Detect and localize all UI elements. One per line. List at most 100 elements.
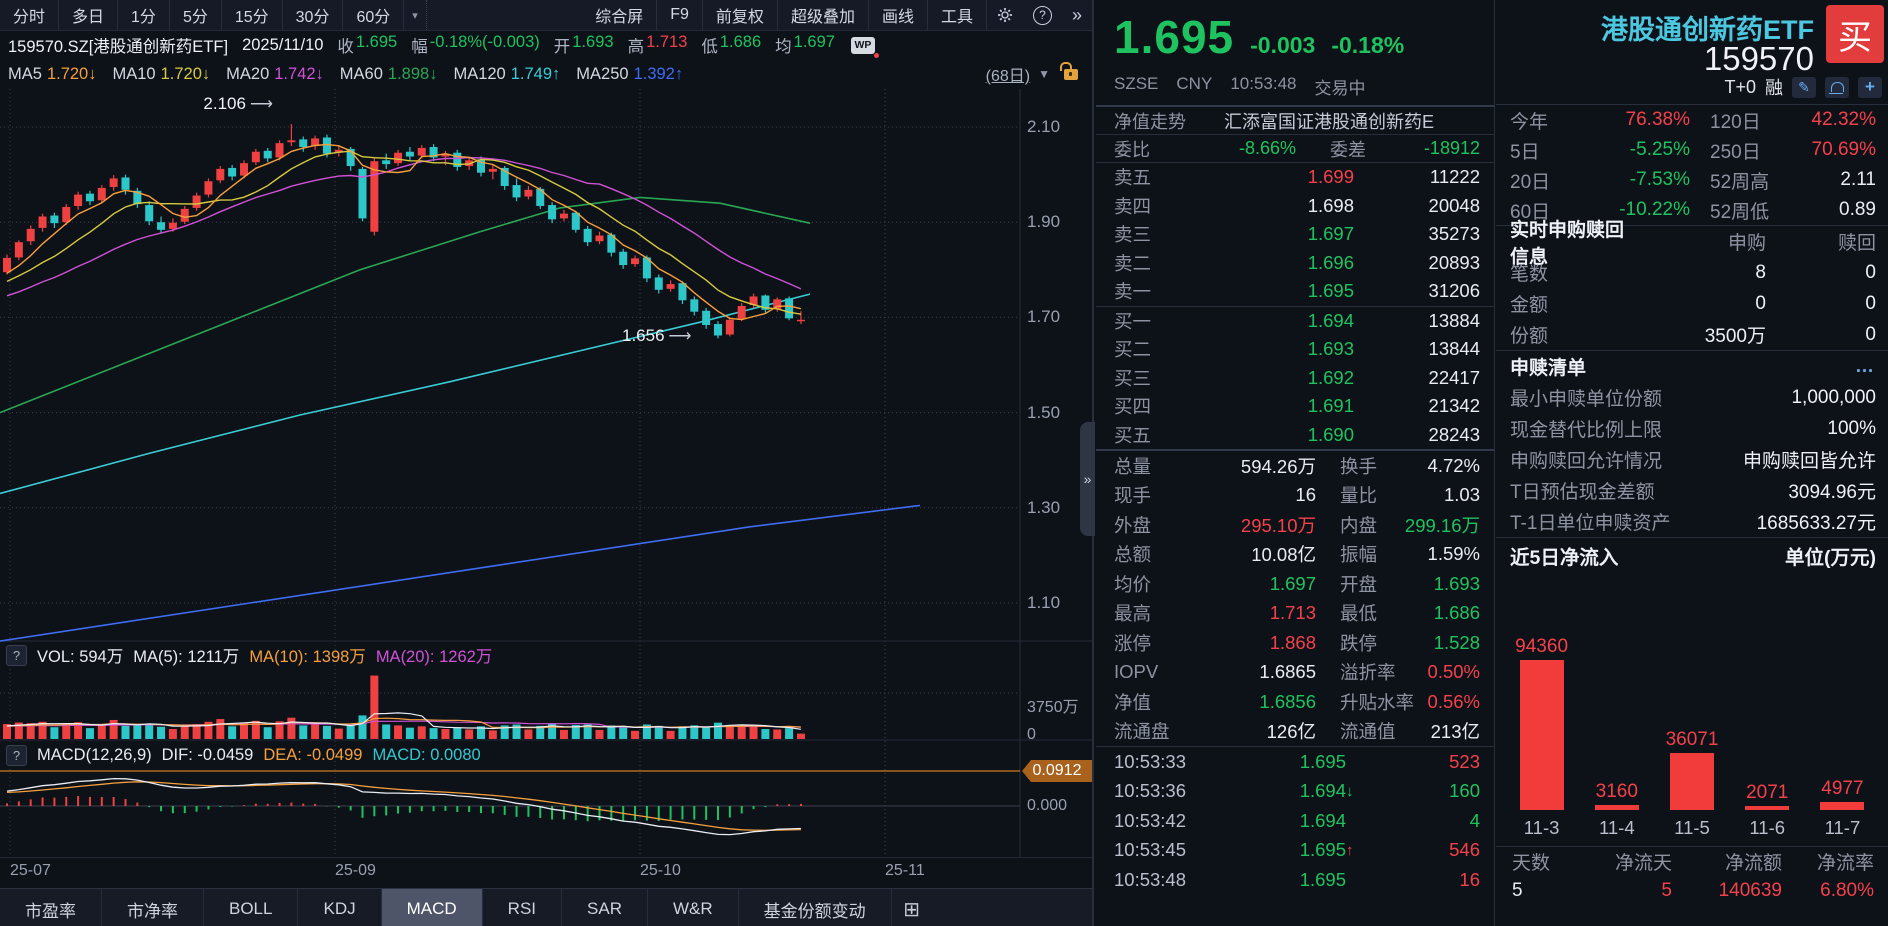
edit-pencil-icon[interactable]: ✎ <box>1792 77 1816 98</box>
nav-row[interactable]: 净值走势 汇添富国证港股通创新药E <box>1096 107 1494 134</box>
period-button-5分[interactable]: 5分 <box>170 0 222 30</box>
wp-widget-icon[interactable]: WP <box>851 37 875 54</box>
panel-collapse-handle[interactable]: » <box>1080 422 1095 536</box>
days-dropdown-icon[interactable]: ▼ <box>1038 67 1050 81</box>
list-label: 最小申赎单位份额 <box>1510 384 1791 411</box>
bid-row-买二[interactable]: 买二1.69313844 <box>1096 335 1494 364</box>
candle-body <box>524 190 532 197</box>
annotation-high: 2.106⟶ <box>203 94 272 114</box>
candle <box>584 226 592 246</box>
more-tools-icon[interactable]: » <box>1062 0 1092 30</box>
stat-label: 最低 <box>1340 600 1377 626</box>
tab-基金份额变动[interactable]: 基金份额变动 <box>739 889 892 926</box>
level-label: 买一 <box>1114 308 1186 334</box>
bid-row-买五[interactable]: 买五1.69028243 <box>1096 421 1494 450</box>
ask-row-卖二[interactable]: 卖二1.69620893 <box>1096 249 1494 278</box>
candle <box>27 226 35 246</box>
ask-row-卖四[interactable]: 卖四1.69820048 <box>1096 192 1494 221</box>
stat-value: 1.59% <box>1377 543 1480 565</box>
stat-value: 1.693 <box>1377 573 1480 595</box>
quote-time: 10:53:48 <box>1230 74 1296 99</box>
toolbar-button-画线[interactable]: 画线 <box>869 0 928 30</box>
ma-value: 1.392↑ <box>634 65 684 84</box>
candle <box>643 256 651 283</box>
help-icon[interactable]: ? <box>1023 0 1062 30</box>
info-field-label: 均 <box>775 33 792 57</box>
ask-row-卖三[interactable]: 卖三1.69735273 <box>1096 220 1494 249</box>
ask-row-卖五[interactable]: 卖五1.69911222 <box>1096 163 1494 192</box>
period-button-15分[interactable]: 15分 <box>222 0 283 30</box>
settings-gear-icon[interactable] <box>987 0 1023 30</box>
subscribe-value-redeem: 0 <box>1766 324 1876 346</box>
bid-row-买三[interactable]: 买三1.69222417 <box>1096 364 1494 393</box>
weicha-label: 委差 <box>1330 136 1366 162</box>
unlock-icon[interactable] <box>1064 69 1078 80</box>
flow-header: 近5日净流入 单位(万元) <box>1496 538 1888 572</box>
candle <box>264 148 272 162</box>
candle-body <box>204 181 212 194</box>
level-price: 1.696 <box>1186 252 1354 274</box>
candle <box>216 166 224 183</box>
stat-value: 594.26万 <box>1198 453 1316 479</box>
level-volume: 28243 <box>1354 424 1480 446</box>
bid-row-买一[interactable]: 买一1.69413884 <box>1096 307 1494 336</box>
candle <box>667 280 675 291</box>
ma-item-MA5: MA51.720↓ <box>8 65 96 84</box>
stat-label: 涨停 <box>1114 630 1198 656</box>
vol-help-icon[interactable]: ? <box>6 645 27 666</box>
period-button-分时[interactable]: 分时 <box>0 0 59 30</box>
tab-RSI[interactable]: RSI <box>483 889 562 926</box>
flow-bar-column-11-3: 94360 <box>1504 636 1579 810</box>
flow-unit: 单位(万元) <box>1785 541 1876 570</box>
add-indicator-button[interactable]: ⊞ <box>892 889 932 926</box>
candle <box>110 175 118 191</box>
toolbar-button-综合屏[interactable]: 综合屏 <box>582 0 657 30</box>
candle-body <box>714 324 722 335</box>
tab-市净率[interactable]: 市净率 <box>102 889 204 926</box>
volume-bar <box>110 720 118 739</box>
volume-bar <box>465 729 473 739</box>
period-button-1分[interactable]: 1分 <box>118 0 170 30</box>
period-dropdown-icon[interactable]: ▾ <box>404 0 427 30</box>
etf-info-panel: 港股通创新药ETF 159570 买 T+0 融 ✎ + 今年76.38%120… <box>1496 0 1888 926</box>
period-button-多日[interactable]: 多日 <box>59 0 118 30</box>
toolbar-button-工具[interactable]: 工具 <box>928 0 987 30</box>
add-watchlist-icon[interactable]: + <box>1858 77 1882 98</box>
tab-BOLL[interactable]: BOLL <box>204 889 298 926</box>
ask-row-卖一[interactable]: 卖一1.69531206 <box>1096 277 1494 306</box>
volume-bar <box>50 727 58 739</box>
alert-bell-icon[interactable] <box>1825 77 1849 98</box>
tab-SAR[interactable]: SAR <box>562 889 648 926</box>
candle-body <box>489 169 497 172</box>
ma-value: 1.720↓ <box>47 65 97 84</box>
tab-MACD[interactable]: MACD <box>382 889 483 926</box>
more-ellipsis-icon[interactable]: … <box>1855 356 1876 378</box>
stat-label: 净值 <box>1114 689 1198 715</box>
tab-W&R[interactable]: W&R <box>648 889 739 926</box>
toolbar-button-超级叠加[interactable]: 超级叠加 <box>778 0 869 30</box>
quote-stats: 总量594.26万换手4.72%现手16量比1.03外盘295.10万内盘299… <box>1096 451 1494 746</box>
toolbar-button-F9[interactable]: F9 <box>657 0 703 30</box>
buy-button[interactable]: 买 <box>1826 5 1884 63</box>
candle <box>39 214 47 232</box>
candle <box>74 192 82 210</box>
bid-row-买四[interactable]: 买四1.69121342 <box>1096 392 1494 421</box>
volume-bar <box>430 728 438 739</box>
period-button-30分[interactable]: 30分 <box>283 0 344 30</box>
period-button-60分[interactable]: 60分 <box>343 0 404 30</box>
info-field-均: 均1.697 <box>775 33 835 57</box>
macd-help-icon[interactable]: ? <box>6 745 27 766</box>
exchange-label: SZSE <box>1114 74 1158 99</box>
candle-body <box>655 277 663 289</box>
high-value-label: 2.106 <box>203 94 246 114</box>
quote-info-bar: 159570.SZ[港股通创新药ETF] 2025/11/10 收1.695幅-… <box>0 31 1092 59</box>
indicator-tabs: 市盈率市净率BOLLKDJMACDRSISARW&R基金份额变动⊞ <box>0 888 1092 926</box>
toolbar-button-前复权[interactable]: 前复权 <box>703 0 778 30</box>
visible-days-label[interactable]: (68日) <box>986 62 1030 86</box>
tab-KDJ[interactable]: KDJ <box>298 889 381 926</box>
candle-body <box>276 143 284 157</box>
tab-市盈率[interactable]: 市盈率 <box>0 889 102 926</box>
candle-body <box>382 160 390 164</box>
candle-body <box>98 188 106 200</box>
price-tick-1.30: 1.30 <box>1027 498 1060 518</box>
